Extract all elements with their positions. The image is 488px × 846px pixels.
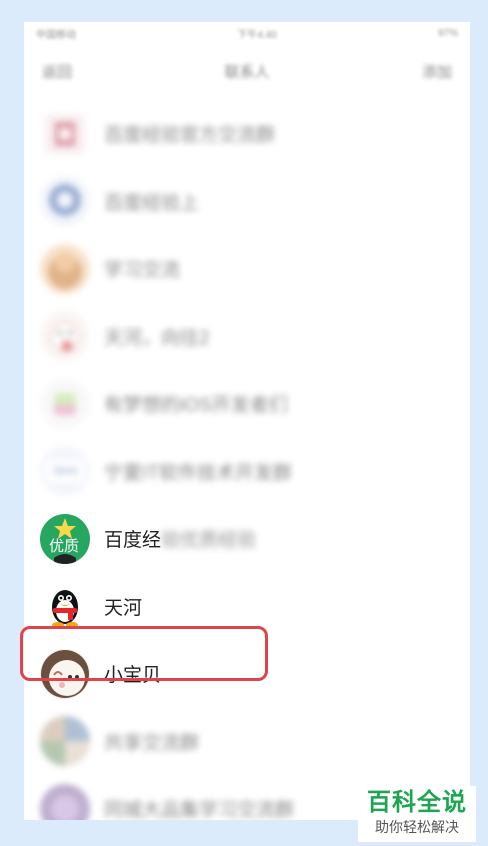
contact-row[interactable]: 百度经验官方交流群 [24,100,470,168]
contact-avatar: 优质 [40,513,90,564]
contact-avatar [40,716,90,767]
contact-row[interactable]: 学习交流 [24,235,470,303]
contact-avatar [40,243,90,294]
contact-name-blurred: 验优质经验 [161,530,257,552]
contact-row[interactable]: 优质 百度经验优质经验 [24,505,470,573]
contact-name-visible: 百度经 [104,530,162,552]
avatar-label: Java [52,463,78,478]
carrier-label: 中国移动 [36,29,76,41]
nav-bar: 返回 联系人 添加 [24,44,470,98]
contact-avatar [45,113,85,154]
contact-name: 百度经验上 [104,192,200,214]
contact-name: 百度经验优质经验 [104,525,256,552]
watermark-title: 百科全说 [367,789,467,816]
qq-penguin-icon [52,590,78,629]
contact-list: 百度经验官方交流群 百度经验上 学习交流 天河，向往2 有梦想的iOS开发者们 … [24,100,470,820]
contact-avatar: Java [40,446,90,497]
contact-name: 共享交流群 [104,732,200,754]
time-label: 下午4:40 [237,29,277,41]
contact-avatar [40,378,90,429]
contact-name: 同城大品集学习交流群 [104,800,295,820]
contact-name: 天河，向往2 [104,327,210,349]
contact-row[interactable]: 百度经验上 [24,168,470,236]
avatar-label: 优质 [49,537,80,555]
contact-row[interactable]: Java 宁夏IT软件技术开发群 [24,438,470,506]
contact-name: 学习交流 [104,260,181,282]
status-bar: 中国移动 下午4:40 97% [24,22,470,44]
page-title: 联系人 [224,63,270,81]
battery-label: 97% [437,27,458,39]
contact-name: 有梦想的iOS开发者们 [104,395,288,417]
watermark: 百科全说 助你轻松解决 [358,786,476,842]
contact-avatar [40,581,90,632]
contact-row[interactable]: 共享交流群 [24,708,470,776]
phone-screen: 中国移动 下午4:40 97% 返回 联系人 添加 百度经验官方交流群 百度经验… [24,22,470,820]
contact-name: 宁夏IT软件技术开发群 [104,462,292,484]
back-button[interactable]: 返回 [42,61,72,82]
contact-name: 天河 [104,597,143,619]
contact-row[interactable]: 有梦想的iOS开发者们 [24,370,470,438]
add-button[interactable]: 添加 [422,61,452,82]
contact-avatar [40,311,90,362]
contact-row[interactable]: 天河，向往2 [24,303,470,371]
watermark-subtitle: 助你轻松解决 [375,819,459,835]
contact-name: 百度经验官方交流群 [104,125,276,147]
contact-avatar [40,783,90,820]
highlight-box [20,626,268,681]
contact-avatar [40,176,90,227]
